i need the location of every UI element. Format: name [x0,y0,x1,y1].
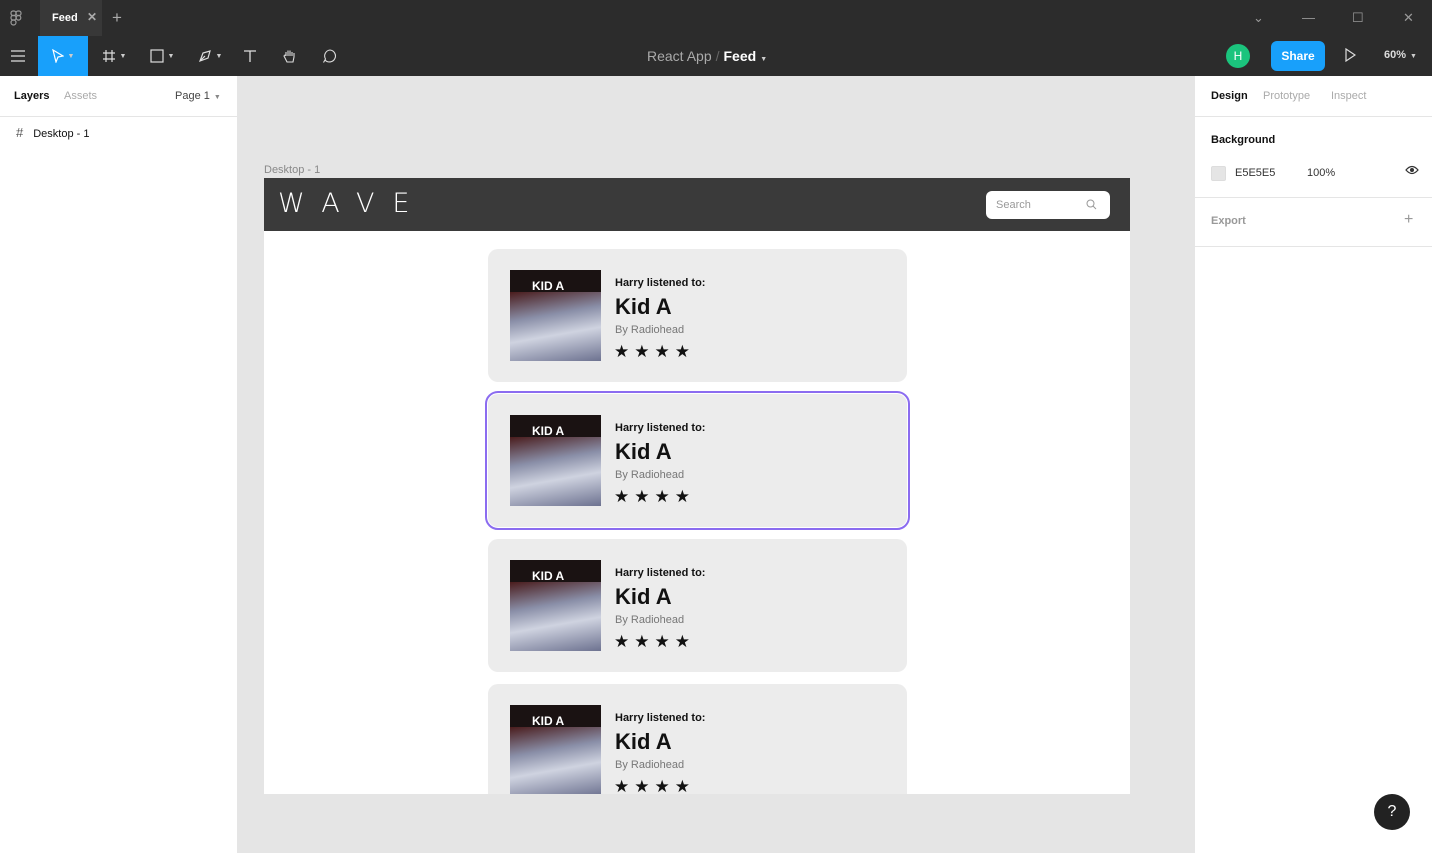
tab-prototype[interactable]: Prototype [1263,90,1310,102]
export-section: Export + [1195,198,1432,247]
album-title: Kid A [615,584,672,609]
close-window-icon[interactable]: ✕ [1403,10,1414,26]
add-export-icon[interactable]: + [1404,211,1413,229]
layers-panel: Layers Assets Page 1 ▼ # Desktop - 1 [0,76,238,853]
breadcrumb: React App / Feed ▼ [647,48,767,64]
export-title: Export [1211,215,1246,227]
move-tool-icon[interactable]: ▼ [38,36,88,76]
star-rating: ★★★★ [614,632,695,651]
background-title: Background [1211,134,1276,146]
text-tool-icon[interactable] [238,36,262,76]
eye-icon[interactable] [1405,165,1419,178]
app-header: WAVE Search [264,178,1130,231]
search-icon [1086,199,1097,213]
frame-icon: # [16,125,24,140]
help-button[interactable]: ? [1374,794,1410,830]
breadcrumb-project[interactable]: React App [647,48,712,64]
chevron-down-icon[interactable]: ▼ [760,56,767,63]
title-bar: Feed ✕ + ⌄ — ☐ ✕ [0,0,1432,36]
artist-name: By Radiohead [615,469,685,481]
search-placeholder: Search [996,199,1031,211]
figma-logo-icon[interactable] [10,10,26,26]
star-rating: ★★★★ [614,487,695,506]
feed-card[interactable]: KID A Harry listened to: Kid A By Radioh… [488,684,907,794]
tab-assets[interactable]: Assets [64,90,97,102]
wave-logo: WAVE [278,188,428,219]
artist-name: By Radiohead [615,614,685,626]
tab-label: Feed [52,12,78,24]
play-icon[interactable] [1344,47,1357,65]
chevron-down-icon[interactable]: ⌄ [1253,10,1264,26]
properties-panel-tabs: Design Prototype Inspect [1195,76,1432,117]
page-selector[interactable]: Page 1 ▼ [175,90,221,102]
album-title: Kid A [615,729,672,754]
share-button[interactable]: Share [1271,41,1325,71]
toolbar: ▼ ▼ ▼ ▼ React App / Feed ▼ H Share 60% ▼ [0,36,1432,76]
close-tab-icon[interactable]: ✕ [87,10,97,24]
frame-label[interactable]: Desktop - 1 [264,164,320,176]
tab-feed[interactable]: Feed ✕ [40,0,102,36]
page-selector-label: Page 1 [175,90,210,102]
album-cover: KID A [510,560,601,651]
zoom-menu[interactable]: 60% ▼ [1384,49,1417,61]
listener-label: Harry listened to: [615,422,706,434]
album-cover: KID A [510,705,601,794]
breadcrumb-file[interactable]: Feed [724,48,757,64]
zoom-label: 60% [1384,49,1407,61]
album-cover: KID A [510,270,601,361]
cover-title: KID A [532,424,565,438]
listener-label: Harry listened to: [615,567,706,579]
layer-name: Desktop - 1 [33,128,90,140]
tab-layers[interactable]: Layers [14,90,49,102]
layers-panel-tabs: Layers Assets Page 1 ▼ [0,76,238,117]
album-title: Kid A [615,294,672,319]
desktop-frame[interactable]: WAVE Search KID A Harry listened to: Kid… [264,178,1130,794]
listener-label: Harry listened to: [615,712,706,724]
feed-card[interactable]: KID A Harry listened to: Kid A By Radioh… [488,249,907,382]
properties-panel: Design Prototype Inspect Background E5E5… [1194,76,1432,853]
cover-title: KID A [532,569,565,583]
hand-tool-icon[interactable] [278,36,302,76]
minimize-icon[interactable]: — [1302,10,1315,25]
frame-tool-icon[interactable]: ▼ [94,36,134,76]
shape-tool-icon[interactable]: ▼ [142,36,182,76]
search-input[interactable]: Search [986,191,1110,219]
maximize-icon[interactable]: ☐ [1352,10,1364,26]
background-opacity-field[interactable]: 100% [1307,167,1335,179]
cover-title: KID A [532,714,565,728]
tab-inspect[interactable]: Inspect [1331,90,1366,102]
background-section: Background E5E5E5 100% [1195,117,1432,198]
menu-icon[interactable] [0,36,36,76]
tab-design[interactable]: Design [1211,90,1248,102]
album-cover: KID A [510,415,601,506]
background-hex-field[interactable]: E5E5E5 [1235,167,1275,179]
avatar[interactable]: H [1226,44,1250,68]
layer-desktop-1[interactable]: # Desktop - 1 [16,125,89,140]
feed-card[interactable]: KID A Harry listened to: Kid A By Radioh… [485,391,910,530]
breadcrumb-separator: / [715,48,720,64]
artist-name: By Radiohead [615,324,685,336]
album-title: Kid A [615,439,672,464]
star-rating: ★★★★ [614,777,695,794]
background-color-swatch[interactable] [1211,166,1226,181]
comment-tool-icon[interactable] [318,36,342,76]
star-rating: ★★★★ [614,342,695,361]
artist-name: By Radiohead [615,759,685,771]
add-tab-icon[interactable]: + [112,8,122,28]
pen-tool-icon[interactable]: ▼ [190,36,230,76]
listener-label: Harry listened to: [615,277,706,289]
feed-card[interactable]: KID A Harry listened to: Kid A By Radioh… [488,539,907,672]
cover-title: KID A [532,279,565,293]
